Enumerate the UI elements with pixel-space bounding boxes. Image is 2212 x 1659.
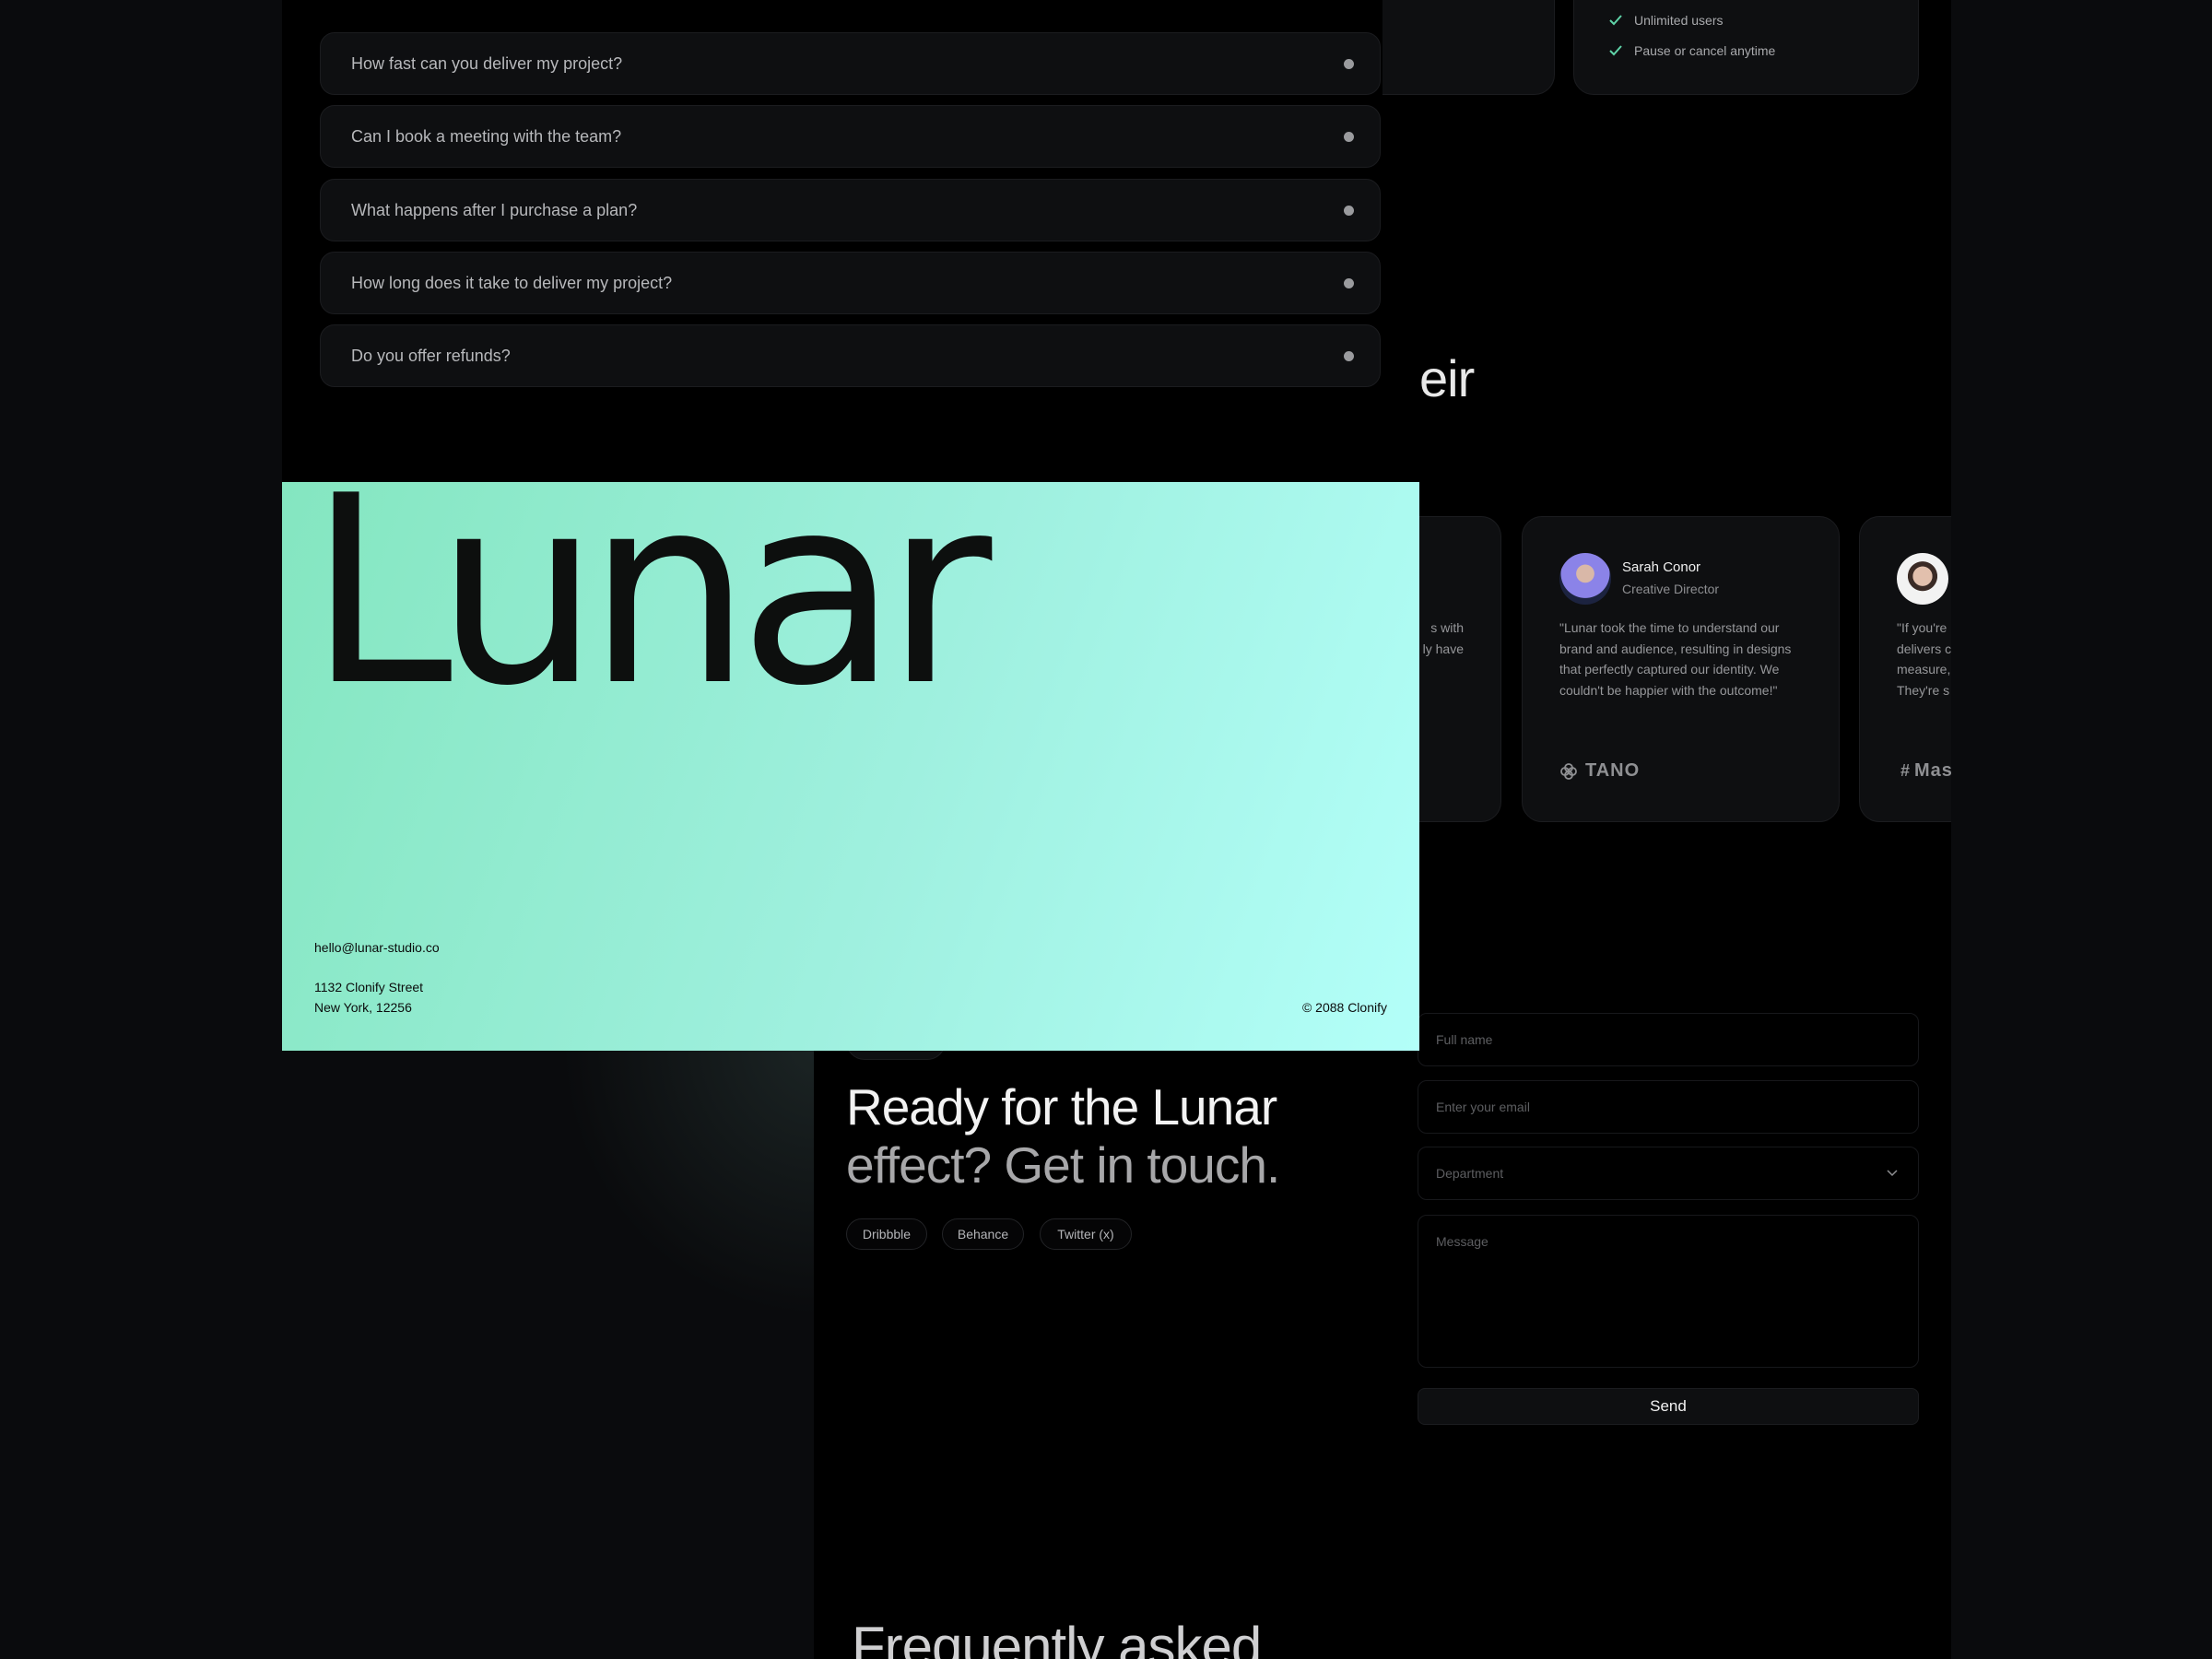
company-logo: # Mas (1900, 760, 1953, 782)
faq-heading: Frequently asked (852, 1616, 1262, 1659)
full-name-input[interactable]: Full name (1418, 1013, 1919, 1066)
contact-headline: Ready for the Lunar effect? Get in touch… (846, 1078, 1280, 1194)
reviewer-name: Sarah Conor (1622, 559, 1701, 575)
placeholder: Message (1436, 1234, 1488, 1249)
copyright: © 2088 Clonify (1301, 1000, 1387, 1015)
department-select[interactable]: Department (1418, 1147, 1919, 1200)
quote-line: "Lunar took the time to understand our (1559, 620, 1780, 635)
faq-item[interactable]: How long does it take to deliver my proj… (320, 252, 1381, 314)
quote-line: s with (1430, 620, 1464, 635)
address-line: New York, 12256 (314, 1000, 412, 1015)
faq-question: What happens after I purchase a plan? (351, 200, 638, 219)
quote-line: They're s (1897, 682, 1950, 698)
social-link-dribbble[interactable]: Dribbble (846, 1218, 927, 1250)
faq-question: How long does it take to deliver my proj… (351, 273, 673, 292)
faq-item[interactable]: What happens after I purchase a plan? (320, 179, 1381, 241)
faq-item[interactable]: Do you offer refunds? (320, 324, 1381, 387)
email-input[interactable]: Enter your email (1418, 1080, 1919, 1134)
avatar (1897, 553, 1948, 605)
quote-line: delivers c (1897, 641, 1952, 656)
company-name: Mas (1914, 760, 1953, 781)
flower-icon (1560, 762, 1577, 780)
pricing-card-partial (1382, 0, 1555, 95)
faq-question: Can I book a meeting with the team? (351, 126, 622, 146)
company-name: TANO (1585, 760, 1641, 781)
check-icon (1609, 15, 1622, 26)
headline-line: effect? Get in touch. (846, 1136, 1280, 1194)
placeholder: Full name (1436, 1032, 1493, 1047)
email-link[interactable]: hello@lunar-studio.co (314, 940, 440, 955)
avatar (1559, 553, 1611, 605)
page-margin-right (1951, 0, 2212, 1659)
testimonial-quote: "If you're delivers c measure, They're s (1897, 618, 1951, 700)
expand-dot-icon (1344, 58, 1354, 69)
footer-card: Lunar hello@lunar-studio.co 1132 Clonify… (282, 440, 1419, 1051)
message-textarea[interactable]: Message (1418, 1215, 1919, 1368)
expand-dot-icon (1344, 205, 1354, 216)
quote-line: brand and audience, resulting in designs (1559, 641, 1792, 656)
feature-label: Unlimited users (1634, 13, 1724, 28)
expand-dot-icon (1344, 350, 1354, 361)
check-icon (1609, 45, 1622, 56)
reviewer-role: Creative Director (1622, 582, 1720, 596)
feature-item: Pause or cancel anytime (1608, 43, 1775, 58)
faq-item[interactable]: Can I book a meeting with the team? (320, 105, 1381, 168)
quote-line: "If you're (1897, 620, 1947, 635)
social-link-twitter[interactable]: Twitter (x) (1040, 1218, 1132, 1250)
placeholder: Enter your email (1436, 1100, 1530, 1114)
faq-question: How fast can you deliver my project? (351, 53, 623, 73)
company-logo: TANO (1559, 760, 1640, 782)
quote-line: couldn't be happier with the outcome!" (1559, 682, 1778, 698)
quote-line: measure, (1897, 662, 1951, 677)
feature-item: Unlimited users (1608, 13, 1723, 28)
testimonials-heading-fragment: eir (1419, 349, 1475, 407)
testimonial-quote: "Lunar took the time to understand our b… (1559, 618, 1791, 700)
expand-dot-icon (1344, 131, 1354, 142)
social-link-behance[interactable]: Behance (942, 1218, 1024, 1250)
send-button[interactable]: Send (1418, 1388, 1919, 1425)
quote-line: that perfectly captured our identity. We (1559, 662, 1780, 677)
faq-question: Do you offer refunds? (351, 346, 511, 365)
testimonial-card: Sarah Conor Creative Director "Lunar too… (1522, 516, 1840, 822)
chevron-down-icon (1887, 1170, 1898, 1177)
quote-line: ly have (1422, 641, 1464, 656)
expand-dot-icon (1344, 277, 1354, 288)
hash-icon: # (1900, 761, 1912, 780)
headline-line: Ready for the Lunar (846, 1078, 1277, 1135)
faq-item[interactable]: How fast can you deliver my project? (320, 32, 1381, 95)
address-line: 1132 Clonify Street (314, 980, 424, 994)
lunar-logo: Lunar (308, 440, 992, 743)
placeholder: Department (1436, 1166, 1504, 1181)
feature-label: Pause or cancel anytime (1634, 43, 1776, 58)
